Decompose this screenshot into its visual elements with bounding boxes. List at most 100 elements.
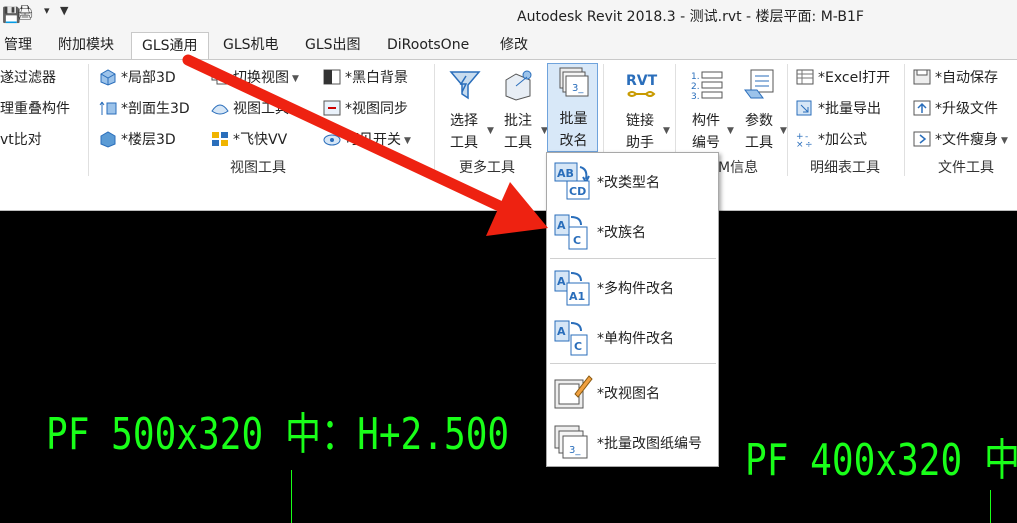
group-label-file-tools: 文件工具 — [938, 160, 994, 176]
ribbon-panel: 遂过滤器 理重叠构件 vt比对 *局部3D *剖面生3D *楼层3D 切换视图 ▼… — [0, 59, 1017, 211]
section-3d-button[interactable]: *剖面生3D — [98, 97, 190, 121]
view-sync-button[interactable]: *视图同步 — [322, 97, 408, 121]
title-bar: 💾 🖨 ▾ ▼ Autodesk Revit 2018.3 - 测试.rvt -… — [0, 0, 1017, 30]
link-helper-button[interactable]: RVT 链接 助手 — [616, 66, 664, 152]
upgrade-file-button[interactable]: *升级文件 — [912, 97, 998, 121]
floor-3d-button[interactable]: *楼层3D — [98, 128, 176, 152]
switch-view-button[interactable]: 切换视图 ▼ — [210, 66, 299, 90]
compare-button[interactable]: vt比对 — [0, 128, 42, 152]
rename-single-icon: A C — [554, 320, 588, 356]
chevron-down-icon[interactable]: ▼ — [663, 126, 670, 136]
auto-save-button[interactable]: *自动保存 — [912, 66, 998, 90]
duct-tag-1[interactable]: PF 500x320 中：H+2.500 — [46, 398, 509, 462]
menu-item-renumber-sheets[interactable]: 3_ *批量改图纸编号 — [547, 418, 718, 466]
svg-text:3_: 3_ — [569, 445, 581, 456]
section-icon — [99, 101, 117, 115]
svg-text:2.: 2. — [691, 82, 700, 92]
rename-dropdown-menu: AB CD *改类型名 A C *改族名 A A1 *多构件改名 A C *单构… — [546, 152, 719, 467]
panel-separator — [904, 64, 905, 176]
view-tools-button[interactable]: 视图工具 ▼ — [210, 97, 299, 121]
svg-text:3.: 3. — [691, 92, 700, 102]
window-title: Autodesk Revit 2018.3 - 测试.rvt - 楼层平面: M… — [517, 9, 864, 25]
tab-gls-mep[interactable]: GLS机电 — [223, 30, 279, 59]
svg-text:3_: 3_ — [572, 83, 584, 94]
chevron-down-icon[interactable]: ▼ — [727, 126, 734, 136]
visibility-toggle-button[interactable]: 可见开关 ▼ — [322, 128, 411, 152]
export-icon — [796, 100, 812, 116]
filter-button[interactable]: 遂过滤器 — [0, 66, 56, 90]
group-label-bim-info: M信息 — [718, 160, 759, 176]
dropdown-arrow-icon[interactable]: ▾ — [44, 4, 50, 17]
rename-type-icon: AB CD — [554, 162, 590, 200]
svg-text:CD: CD — [569, 185, 586, 198]
svg-text:A1: A1 — [569, 290, 585, 303]
rename-view-icon — [554, 375, 593, 409]
bw-icon — [323, 69, 341, 85]
svg-text:A: A — [557, 219, 566, 232]
parameter-icon — [744, 69, 774, 99]
svg-text:C: C — [573, 234, 581, 247]
chevron-down-icon[interactable]: ▼ — [487, 126, 494, 136]
svg-text:×: × — [796, 140, 804, 148]
menu-item-rename-single[interactable]: A C *单构件改名 — [547, 313, 718, 361]
tab-modify[interactable]: 修改 — [500, 30, 528, 59]
tab-addins[interactable]: 附加模块 — [58, 30, 114, 59]
floppy-icon — [913, 69, 931, 85]
rvt-link-icon: RVT — [626, 73, 658, 97]
add-formula-button[interactable]: + - × ÷ *加公式 — [795, 128, 867, 152]
batch-rename-button[interactable]: 3_ 批量 改名 — [547, 63, 598, 152]
fast-vv-button[interactable]: *飞快VV — [210, 128, 287, 152]
duct-tag-2[interactable]: PF 400x320 中 — [745, 424, 1017, 488]
slim-icon — [913, 131, 931, 147]
print-icon[interactable]: 🖨 — [16, 5, 34, 21]
parameter-tools-button[interactable]: 参数 工具 — [735, 66, 783, 152]
funnel-icon — [449, 71, 481, 100]
group-label-view-tools: 视图工具 — [230, 160, 286, 176]
vv-icon — [212, 132, 228, 146]
toggle-eye-icon — [323, 134, 341, 146]
rename-family-icon: A C — [554, 214, 588, 250]
leader-line — [990, 490, 991, 523]
excel-icon — [796, 69, 814, 85]
panel-separator — [88, 64, 89, 176]
tab-diroots-one[interactable]: DiRootsOne — [387, 30, 469, 59]
bw-background-button[interactable]: *黑白背景 — [322, 66, 408, 90]
batch-export-button[interactable]: *批量导出 — [795, 97, 881, 121]
local-3d-button[interactable]: *局部3D — [98, 66, 176, 90]
rename-multi-icon: A A1 — [554, 270, 590, 306]
panel-separator — [434, 64, 435, 176]
svg-text:AB: AB — [557, 167, 574, 180]
customize-icon[interactable]: ▼ — [60, 4, 68, 17]
upgrade-icon — [913, 100, 931, 116]
overlap-button[interactable]: 理重叠构件 — [0, 97, 70, 121]
svg-text:RVT: RVT — [626, 73, 658, 89]
tab-gls-general[interactable]: GLS通用 — [131, 32, 209, 60]
svg-text:÷: ÷ — [805, 140, 813, 148]
group-label-more-tools: 更多工具 — [459, 160, 515, 176]
menu-item-rename-type[interactable]: AB CD *改类型名 — [547, 157, 718, 205]
annotate-icon — [505, 70, 532, 101]
tab-manage[interactable]: 管理 — [4, 30, 32, 59]
annotate-tools-button[interactable]: 批注 工具 — [494, 66, 542, 152]
numbered-list-icon: 1.2.3. — [691, 71, 723, 102]
formula-icon: + -× ÷ — [796, 132, 813, 148]
excel-open-button[interactable]: *Excel打开 — [795, 66, 890, 90]
svg-text:1.: 1. — [691, 72, 700, 82]
cube-icon — [100, 69, 116, 86]
select-tools-button[interactable]: 选择 工具 — [440, 66, 488, 152]
svg-text:A: A — [557, 275, 566, 288]
ribbon-tabs: 管理 附加模块 GLS通用 GLS机电 GLS出图 DiRootsOne 修改 — [0, 30, 1017, 60]
switch-view-icon — [211, 70, 228, 85]
file-slim-button[interactable]: *文件瘦身 ▼ — [912, 128, 1008, 152]
tab-gls-output[interactable]: GLS出图 — [305, 30, 361, 59]
renumber-sheets-icon: 3_ — [554, 425, 588, 459]
chevron-down-icon[interactable]: ▼ — [780, 126, 787, 136]
component-number-button[interactable]: 1. 2. 3. 构件 编号 — [682, 66, 730, 152]
group-label-schedule-tools: 明细表工具 — [810, 160, 880, 176]
menu-item-rename-view[interactable]: *改视图名 — [547, 368, 718, 416]
sync-icon — [323, 100, 341, 116]
leader-line — [291, 470, 292, 523]
menu-item-rename-multi[interactable]: A A1 *多构件改名 — [547, 263, 718, 311]
menu-item-rename-family[interactable]: A C *改族名 — [547, 207, 718, 255]
svg-text:C: C — [574, 340, 582, 353]
